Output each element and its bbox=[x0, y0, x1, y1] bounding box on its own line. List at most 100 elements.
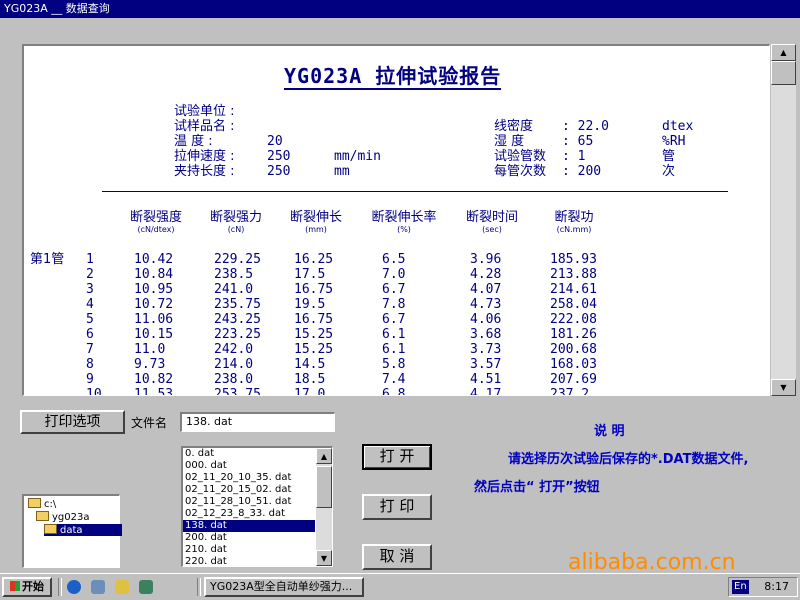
filename-input[interactable]: 138. dat bbox=[180, 412, 335, 432]
table-cell: 6.1 bbox=[382, 327, 406, 342]
table-cell: 253.75 bbox=[214, 387, 261, 396]
column-name: 断裂强力 bbox=[209, 210, 262, 225]
table-cell: 4.51 bbox=[470, 372, 502, 387]
file-list-item[interactable]: 0. dat bbox=[183, 448, 315, 460]
file-list-item[interactable]: 200. dat bbox=[183, 532, 315, 544]
table-cell: 258.04 bbox=[550, 297, 597, 312]
open-button[interactable]: 打 开 bbox=[362, 444, 432, 470]
scroll-down-icon[interactable]: ▼ bbox=[771, 379, 796, 396]
channels-icon[interactable] bbox=[139, 580, 153, 594]
file-scroll-up-icon[interactable]: ▲ bbox=[316, 448, 332, 464]
instructions-line2: 然后点击“ 打开”按钮 bbox=[474, 480, 600, 495]
table-cell: 15.25 bbox=[294, 342, 334, 357]
file-list-item[interactable]: 220. dat bbox=[183, 556, 315, 566]
dir-item[interactable]: yg023a bbox=[36, 511, 93, 523]
tube-label: 第1管 bbox=[30, 252, 65, 267]
info-value: : 65 bbox=[562, 134, 594, 149]
scroll-up-icon[interactable]: ▲ bbox=[771, 44, 796, 61]
table-cell: 238.5 bbox=[214, 267, 254, 282]
column-unit: (mm) bbox=[305, 225, 327, 234]
row-index: 2 bbox=[86, 267, 94, 282]
table-cell: 223.25 bbox=[214, 327, 261, 342]
table-cell: 6.7 bbox=[382, 282, 406, 297]
info-unit: %RH bbox=[662, 134, 686, 149]
column-header: 断裂时间 (sec) bbox=[447, 206, 537, 235]
table-cell: 7.8 bbox=[382, 297, 406, 312]
file-scroll-down-icon[interactable]: ▼ bbox=[316, 550, 332, 566]
print-options-button[interactable]: 打印选项 bbox=[20, 410, 125, 434]
folder-icon bbox=[44, 524, 57, 534]
file-items: 0. dat 000. dat 02_11_20_10_35. dat 02_11_2… bbox=[183, 448, 332, 566]
table-cell: 11.0 bbox=[134, 342, 166, 357]
column-unit: (%) bbox=[397, 225, 411, 234]
table-cell: 16.75 bbox=[294, 282, 334, 297]
table-cell: 222.08 bbox=[550, 312, 597, 327]
file-list-item[interactable]: 138. dat bbox=[183, 520, 315, 532]
file-list-item[interactable]: 000. dat bbox=[183, 460, 315, 472]
filename-label: 文件名 bbox=[131, 416, 168, 430]
report-view[interactable]: YG023A 拉伸试验报告 试验单位 : 试样品名 :温 度 : 20 拉伸速度 : 2… bbox=[22, 44, 770, 396]
column-header: 断裂伸长 (mm) bbox=[271, 206, 361, 235]
column-name: 断裂功 bbox=[554, 210, 594, 225]
table-cell: 14.5 bbox=[294, 357, 326, 372]
table-cell: 19.5 bbox=[294, 297, 326, 312]
table-cell: 5.8 bbox=[382, 357, 406, 372]
table-cell: 213.88 bbox=[550, 267, 597, 282]
table-cell: 238.0 bbox=[214, 372, 254, 387]
dir-item[interactable]: data bbox=[44, 524, 122, 536]
taskbar-task-yg023a[interactable]: YG023A型全自动单纱强力... bbox=[204, 577, 364, 597]
column-unit: (cN/dtex) bbox=[137, 225, 175, 234]
file-list-item[interactable]: 02_11_28_10_51. dat bbox=[183, 496, 315, 508]
column-name: 断裂强度 bbox=[129, 210, 182, 225]
info-value: : 1 bbox=[562, 149, 586, 164]
column-header: 断裂强力 (cN) bbox=[191, 206, 281, 235]
scroll-thumb[interactable] bbox=[771, 61, 796, 85]
system-tray: En 8:17 bbox=[728, 577, 798, 597]
file-scroll-thumb[interactable] bbox=[316, 466, 332, 508]
dir-item[interactable]: c:\ bbox=[28, 498, 60, 510]
print-button[interactable]: 打 印 bbox=[362, 494, 432, 520]
table-cell: 10.82 bbox=[134, 372, 174, 387]
table-cell: 10.42 bbox=[134, 252, 174, 267]
file-list[interactable]: 0. dat 000. dat 02_11_20_10_35. dat 02_11_2… bbox=[181, 446, 333, 567]
column-name: 断裂时间 bbox=[465, 210, 518, 225]
info-unit: dtex bbox=[662, 119, 694, 134]
file-list-item[interactable]: 210. dat bbox=[183, 544, 315, 556]
row-index: 9 bbox=[86, 372, 94, 387]
row-index: 8 bbox=[86, 357, 94, 372]
table-cell: 16.75 bbox=[294, 312, 334, 327]
instructions-line1: 请选择历次试验后保存的*.DAT数据文件, bbox=[508, 452, 749, 467]
file-list-item[interactable]: 02_12_23_8_33. dat bbox=[183, 508, 315, 520]
table-cell: 18.5 bbox=[294, 372, 326, 387]
column-name: 断裂伸长 bbox=[289, 210, 342, 225]
outlook-icon[interactable] bbox=[115, 580, 129, 594]
language-indicator[interactable]: En bbox=[732, 580, 749, 594]
file-list-item[interactable]: 02_11_20_10_35. dat bbox=[183, 472, 315, 484]
desktop-icon[interactable] bbox=[91, 580, 105, 594]
start-button[interactable]: 开始 bbox=[2, 577, 52, 597]
folder-icon bbox=[36, 511, 49, 521]
column-header: 断裂伸长率 (%) bbox=[359, 206, 449, 235]
table-cell: 10.84 bbox=[134, 267, 174, 282]
header-divider bbox=[102, 191, 728, 192]
internet-explorer-icon[interactable] bbox=[67, 580, 81, 594]
table-cell: 4.07 bbox=[470, 282, 502, 297]
column-header: 断裂功 (cN.mm) bbox=[529, 206, 619, 235]
row-index: 4 bbox=[86, 297, 94, 312]
info-unit: 管 bbox=[662, 149, 676, 164]
file-list-item[interactable]: 02_11_20_15_02. dat bbox=[183, 484, 315, 496]
info-label: 试样品名 : bbox=[174, 119, 235, 134]
table-cell: 11.06 bbox=[134, 312, 174, 327]
column-header: 断裂强度 (cN/dtex) bbox=[111, 206, 201, 235]
column-name: 断裂伸长率 bbox=[371, 210, 437, 225]
table-cell: 6.8 bbox=[382, 387, 406, 396]
file-list-scrollbar[interactable]: ▲ ▼ bbox=[316, 448, 332, 566]
cancel-button[interactable]: 取 消 bbox=[362, 544, 432, 570]
window-title-bar[interactable]: YG023A __ 数据查询 bbox=[0, 0, 800, 18]
report-scrollbar[interactable]: ▲ ▼ bbox=[771, 44, 796, 396]
table-cell: 237.2 bbox=[550, 387, 590, 396]
info-label: 试验单位 : bbox=[174, 104, 235, 119]
table-cell: 214.61 bbox=[550, 282, 597, 297]
info-label: 拉伸速度 : bbox=[174, 149, 235, 164]
directory-tree[interactable]: c:\ yg023a data bbox=[22, 494, 122, 568]
